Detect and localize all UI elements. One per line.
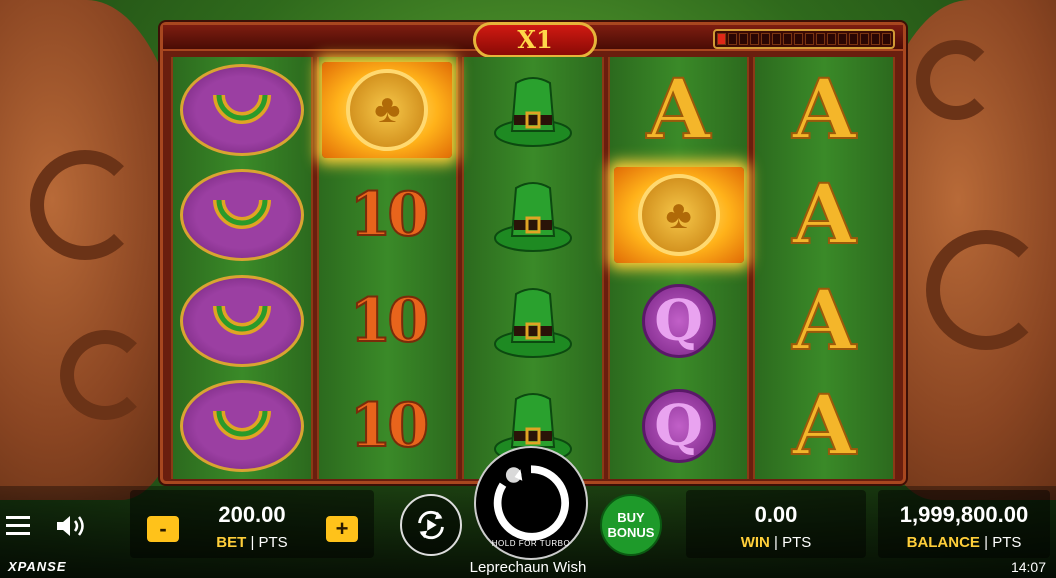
ace-symbol: A — [791, 167, 857, 264]
meter-segment — [882, 33, 891, 45]
meter-segment — [816, 33, 825, 45]
win-label: WIN | PTS — [686, 534, 866, 551]
balance-label: BALANCE | PTS — [878, 534, 1050, 551]
bet-unit: | PTS — [250, 534, 288, 551]
ace-symbol: A — [791, 378, 857, 475]
symbol-hat — [464, 163, 602, 269]
sound-icon[interactable] — [54, 512, 88, 540]
tree-swirl — [926, 230, 1046, 350]
symbol-ace: A — [610, 57, 748, 163]
symbol-horseshoe — [173, 57, 311, 163]
reel-3 — [462, 57, 604, 479]
symbol-ten: 10 — [319, 163, 457, 269]
symbol-queen: Q — [610, 268, 748, 374]
balance-value: 1,999,800.00 — [899, 502, 1029, 527]
spin-hint: HOLD FOR TURBO — [491, 539, 571, 548]
reel-2: ♣ 10 10 10 — [316, 57, 459, 480]
meter-segment — [827, 33, 836, 45]
symbol-horseshoe — [173, 163, 311, 269]
horseshoe-icon — [179, 274, 304, 367]
win-panel: 0.00 WIN | PTS — [686, 490, 866, 558]
win-value: 0.00 — [754, 502, 798, 527]
ace-symbol: A — [791, 61, 857, 158]
meter-segment — [728, 33, 737, 45]
ten-symbol: 10 — [349, 179, 430, 251]
balance-unit: | PTS — [984, 534, 1022, 551]
symbol-ace: A — [755, 57, 893, 163]
game-title: Leprechaun Wish — [469, 559, 587, 576]
symbol-hat — [464, 268, 602, 374]
gold-coin-icon: ♣ — [322, 61, 453, 158]
win-label-text: WIN — [740, 534, 770, 551]
meter-segment — [739, 33, 748, 45]
meter-segment — [772, 33, 781, 45]
autoplay-icon — [418, 510, 444, 540]
frame-top-bar: X1 — [163, 22, 903, 58]
increase-bet-button[interactable]: + — [326, 516, 358, 542]
leprechaun-hat-icon — [493, 182, 572, 253]
symbol-horseshoe — [173, 268, 311, 374]
reel-5: A A A A — [753, 57, 895, 479]
reel-grid: ♣ 10 10 10 A ♣ Q Q A A A A — [171, 57, 895, 479]
symbol-ace: A — [755, 163, 893, 269]
clover-icon: ♣ — [346, 68, 429, 151]
menu-icon[interactable] — [6, 516, 30, 536]
bonus-progress-meter — [713, 29, 895, 49]
queen-symbol: Q — [641, 283, 716, 358]
meter-segment — [849, 33, 858, 45]
reel-4: A ♣ Q Q — [607, 57, 750, 480]
tree-swirl — [30, 150, 140, 260]
buy-bonus-line1: BUY — [617, 510, 645, 525]
symbol-gold-coin: ♣ — [319, 57, 457, 163]
balance-panel: 1,999,800.00 BALANCE | PTS — [878, 490, 1050, 558]
symbol-horseshoe — [173, 374, 311, 480]
ten-symbol: 10 — [349, 285, 430, 357]
meter-segment — [783, 33, 792, 45]
gold-coin-icon: ♣ — [613, 167, 744, 264]
symbol-ten: 10 — [319, 374, 457, 480]
symbol-queen: Q — [610, 374, 748, 480]
bet-label-text: BET — [216, 534, 247, 551]
leprechaun-hat-icon — [493, 76, 572, 147]
symbol-ten: 10 — [319, 268, 457, 374]
meter-segment — [761, 33, 770, 45]
reel-1 — [171, 57, 313, 479]
symbol-hat — [464, 57, 602, 163]
horseshoe-icon — [179, 169, 304, 262]
horseshoe-icon — [179, 380, 304, 473]
tree-swirl — [916, 40, 996, 120]
autoplay-button[interactable] — [400, 494, 462, 556]
game-stage: X1 ♣ 10 10 10 A ♣ Q Q A A A A XPANSE - 2… — [0, 0, 1056, 578]
win-unit: | PTS — [774, 534, 812, 551]
symbol-ace: A — [755, 374, 893, 480]
meter-segment — [838, 33, 847, 45]
horseshoe-icon — [179, 63, 304, 156]
bet-panel: - 200.00 BET | PTS + — [130, 490, 374, 558]
symbol-ace: A — [755, 268, 893, 374]
meter-segment — [794, 33, 803, 45]
balance-label-text: BALANCE — [906, 534, 980, 551]
spin-button[interactable]: HOLD FOR TURBO — [474, 446, 588, 560]
leprechaun-hat-icon — [493, 287, 572, 358]
meter-segment — [871, 33, 880, 45]
multiplier-badge: X1 — [473, 22, 597, 58]
reel-frame: X1 ♣ 10 10 10 A ♣ Q Q A A A A — [160, 22, 906, 484]
meter-segment — [750, 33, 759, 45]
ace-symbol: A — [646, 61, 712, 158]
clover-icon: ♣ — [637, 174, 720, 257]
meter-segment — [805, 33, 814, 45]
buy-bonus-button[interactable]: BUY BONUS — [600, 494, 662, 556]
ace-symbol: A — [791, 272, 857, 369]
meter-segment — [717, 33, 726, 45]
meter-segment — [860, 33, 869, 45]
symbol-gold-coin: ♣ — [610, 163, 748, 269]
ten-symbol: 10 — [349, 390, 430, 462]
queen-symbol: Q — [641, 389, 716, 464]
buy-bonus-line2: BONUS — [607, 525, 655, 540]
tree-swirl — [60, 330, 150, 420]
bottom-hud: XPANSE - 200.00 BET | PTS + HOLD FOR TUR… — [0, 446, 1056, 578]
clock: 14:07 — [1010, 559, 1046, 575]
